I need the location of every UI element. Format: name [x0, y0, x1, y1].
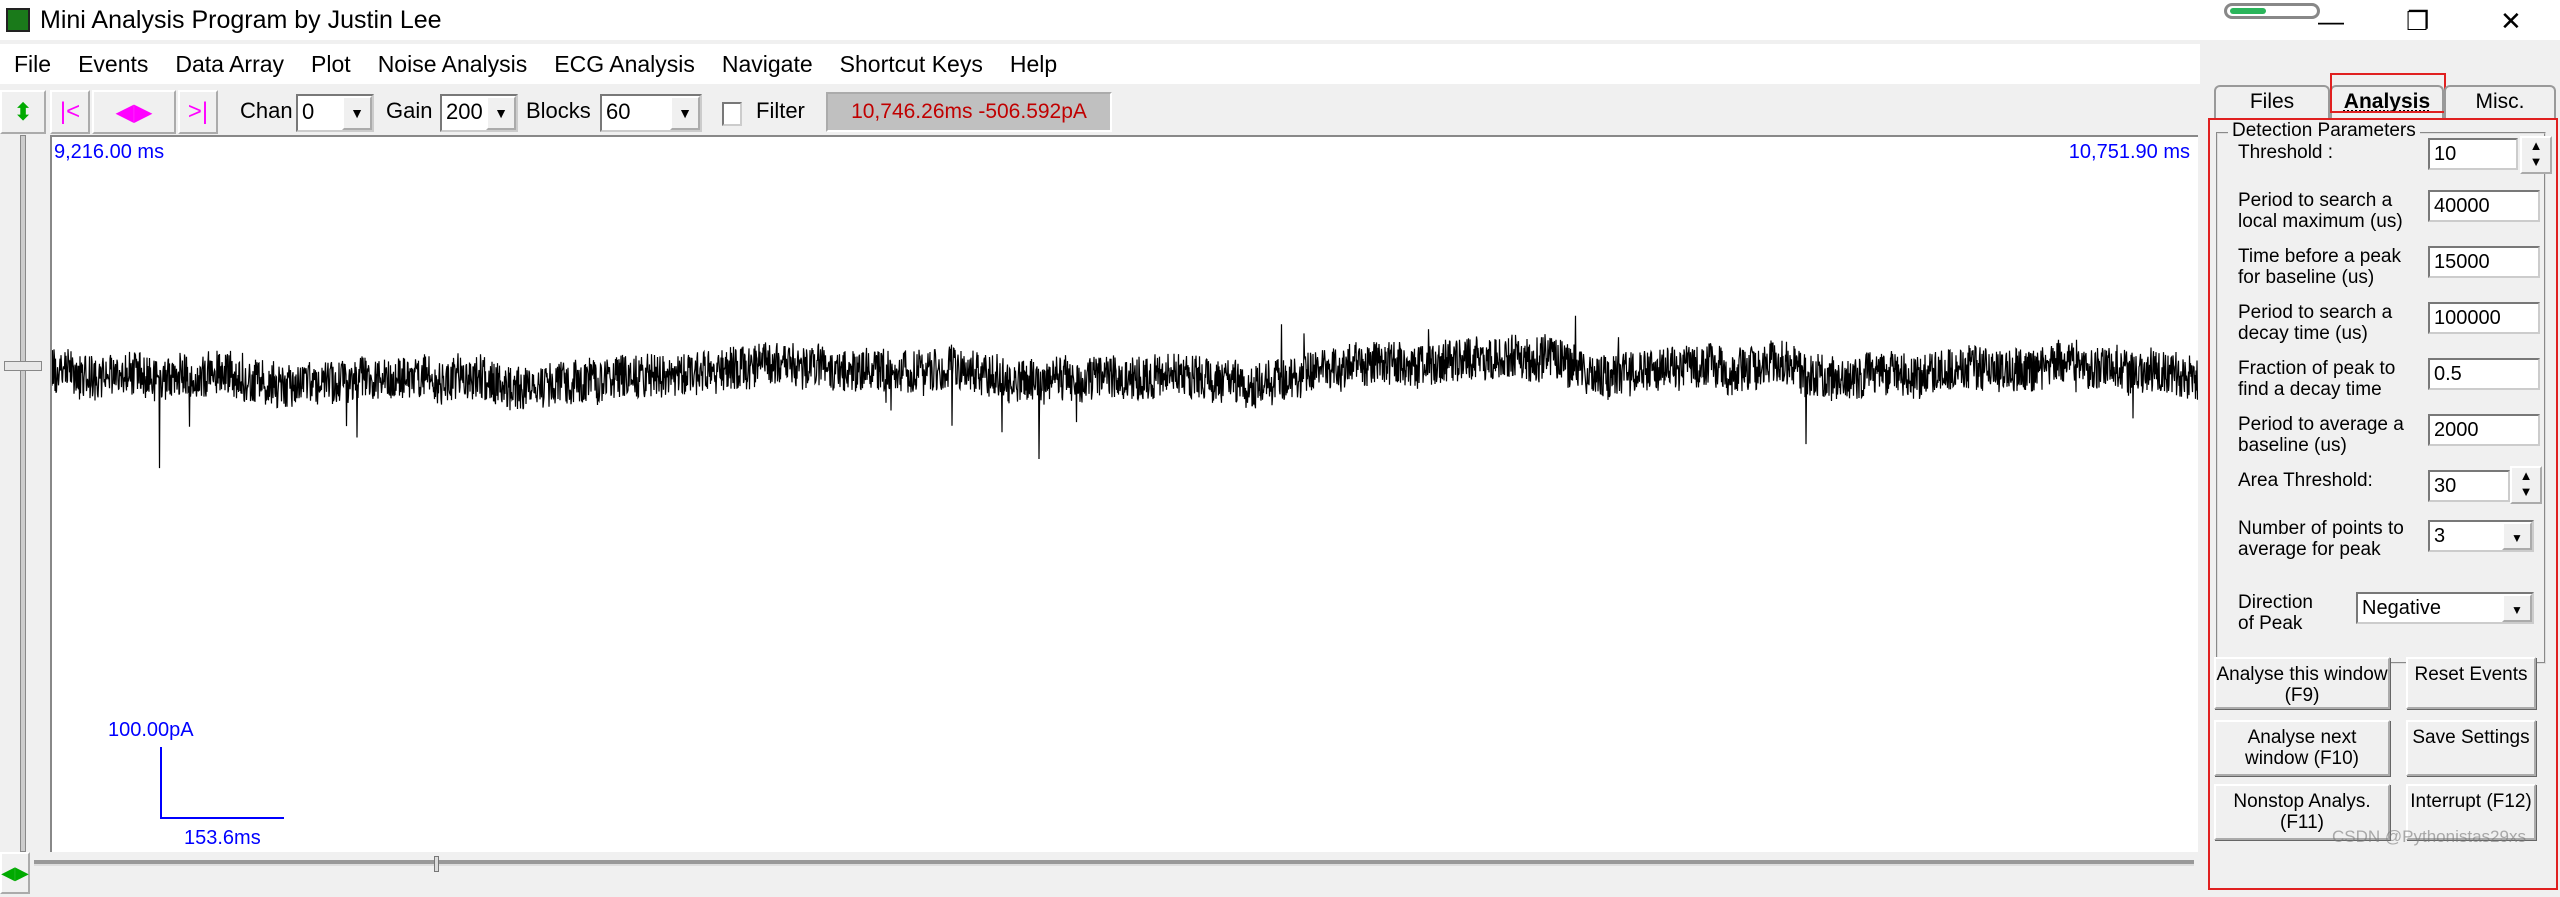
chevron-down-icon: ▼ [2502, 522, 2532, 550]
chevron-down-icon: ▼ [342, 96, 372, 130]
menu-ecg-analysis[interactable]: ECG Analysis [554, 44, 695, 84]
filter-label: Filter [756, 98, 805, 123]
window-title: Mini Analysis Program by Justin Lee [40, 6, 442, 34]
group-title: Detection Parameters [2228, 120, 2420, 142]
blocks-select[interactable]: 60 ▼ [600, 94, 702, 132]
baseline-time-input[interactable]: 15000 [2428, 246, 2540, 278]
chevron-down-icon: ▼ [670, 96, 700, 130]
points-avg-select[interactable]: 3 ▼ [2428, 520, 2534, 552]
decay-fraction-input[interactable]: 0.5 [2428, 358, 2540, 390]
local-max-label: Period to search a local maximum (us) [2238, 190, 2403, 232]
vertical-zoom-button[interactable]: ⬍ [0, 90, 46, 134]
filter-checkbox[interactable] [722, 102, 742, 126]
side-panel: Files Analysis Misc. Detection Parameter… [2200, 73, 2560, 897]
horizontal-scroll: ◀▶ [0, 852, 2200, 897]
gain-label: Gain [386, 98, 433, 123]
chevron-down-icon: ▼ [486, 96, 516, 130]
app-icon [6, 8, 30, 32]
menu-events[interactable]: Events [78, 44, 148, 84]
chan-label: Chan [240, 98, 293, 123]
threshold-spinner[interactable]: ▲ ▼ [2520, 136, 2552, 174]
gain-value: 200 [446, 99, 483, 124]
close-button[interactable]: ✕ [2500, 6, 2522, 37]
scale-bar-y-label: 100.00pA [108, 719, 194, 741]
blocks-value: 60 [606, 99, 631, 124]
chan-value: 0 [302, 99, 315, 124]
blocks-label: Blocks [526, 98, 591, 123]
scale-bar-horizontal [160, 817, 284, 819]
menu-file[interactable]: File [14, 44, 51, 84]
analyse-window-button[interactable]: Analyse this window (F9) [2214, 657, 2390, 709]
area-threshold-input[interactable]: 30 [2428, 470, 2510, 502]
analyse-next-button[interactable]: Analyse next window (F10) [2214, 720, 2390, 776]
menu-bar: File Events Data Array Plot Noise Analys… [0, 44, 2200, 84]
reset-events-button[interactable]: Reset Events [2406, 657, 2536, 709]
decay-fraction-label: Fraction of peak to find a decay time [2238, 358, 2396, 400]
gain-select[interactable]: 200 ▼ [440, 94, 518, 132]
trace-plot[interactable]: 9,216.00 ms 10,751.90 ms 100.00pA 153.6m… [50, 135, 2198, 852]
points-avg-label: Number of points to average for peak [2238, 518, 2404, 560]
analysis-frame: Detection Parameters Threshold : 10 ▲ ▼ P… [2208, 118, 2558, 890]
vertical-offset-slider[interactable] [0, 135, 50, 852]
highlight-box [2330, 73, 2446, 113]
menu-plot[interactable]: Plot [311, 44, 351, 84]
scale-bar-vertical [160, 747, 162, 819]
menu-navigate[interactable]: Navigate [722, 44, 813, 84]
cursor-readout: 10,746.26ms -506.592pA [826, 92, 1112, 132]
first-button[interactable]: |< [50, 90, 90, 134]
decay-period-label: Period to search a decay time (us) [2238, 302, 2393, 344]
chan-select[interactable]: 0 ▼ [296, 94, 374, 132]
decay-period-input[interactable]: 100000 [2428, 302, 2540, 334]
direction-select[interactable]: Negative ▼ [2356, 592, 2534, 624]
signal-trace [52, 315, 2198, 469]
restore-button[interactable]: ❐ [2406, 6, 2429, 37]
threshold-label: Threshold : [2238, 142, 2334, 163]
trace-svg [52, 315, 2198, 469]
area-threshold-label: Area Threshold: [2238, 470, 2373, 491]
menu-noise-analysis[interactable]: Noise Analysis [378, 44, 528, 84]
minimize-button[interactable]: — [2318, 6, 2344, 37]
threshold-input[interactable]: 10 [2428, 138, 2518, 170]
chevron-down-icon: ▼ [2502, 594, 2532, 622]
last-button[interactable]: >| [178, 90, 218, 134]
slider-thumb[interactable] [4, 361, 42, 371]
points-avg-value: 3 [2434, 525, 2446, 547]
menu-data-array[interactable]: Data Array [175, 44, 284, 84]
area-threshold-spinner[interactable]: ▲ ▼ [2510, 466, 2542, 504]
save-settings-button[interactable]: Save Settings [2406, 720, 2536, 776]
baseline-avg-label: Period to average a baseline (us) [2238, 414, 2404, 456]
tab-misc[interactable]: Misc. [2444, 85, 2556, 119]
scale-bar-x-label: 153.6ms [184, 827, 261, 849]
local-max-input[interactable]: 40000 [2428, 190, 2540, 222]
baseline-avg-input[interactable]: 2000 [2428, 414, 2540, 446]
baseline-time-label: Time before a peak for baseline (us) [2238, 246, 2401, 288]
left-right-arrows-icon: ◀▶ [1, 862, 29, 883]
up-down-arrows-icon: ⬍ [12, 98, 34, 126]
position-track[interactable] [34, 860, 2194, 866]
title-bar: Mini Analysis Program by Justin Lee — ❐ … [0, 0, 2560, 40]
watermark: CSDN @Pythonistas29xs [2332, 827, 2526, 846]
progress-pill [2224, 3, 2320, 19]
position-thumb[interactable] [434, 856, 439, 872]
prev-next-button[interactable]: ◀▶ [92, 90, 176, 134]
direction-value: Negative [2362, 597, 2441, 619]
horizontal-zoom-button[interactable]: ◀▶ [0, 852, 30, 894]
tab-files[interactable]: Files [2214, 85, 2330, 119]
menu-shortcut-keys[interactable]: Shortcut Keys [840, 44, 983, 84]
direction-label: Direction of Peak [2238, 592, 2313, 634]
menu-help[interactable]: Help [1010, 44, 1057, 84]
